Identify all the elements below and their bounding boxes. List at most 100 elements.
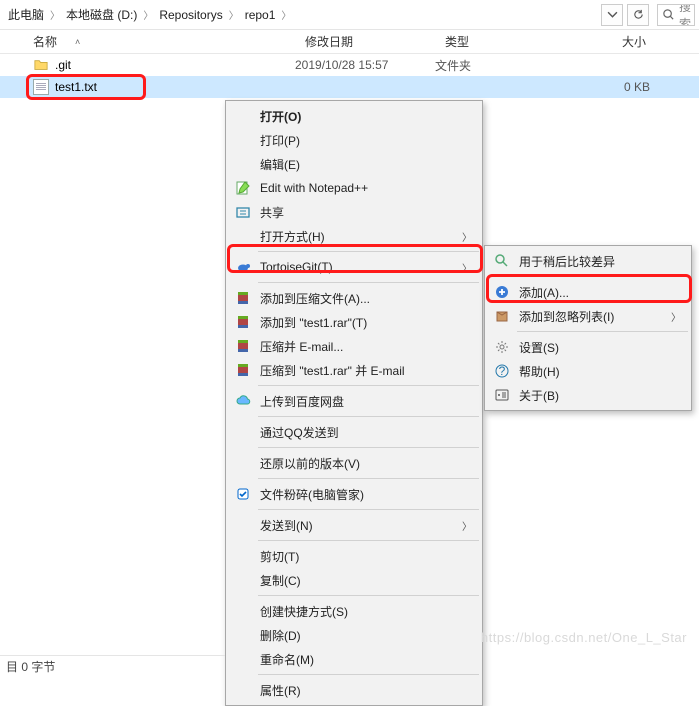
menu-item-label: 发送到(N) [260, 517, 313, 534]
menu-item[interactable]: 压缩到 "test1.rar" 并 E-mail [228, 358, 480, 382]
menu-item-label: 打印(P) [260, 132, 300, 149]
menu-item[interactable]: 设置(S) [487, 335, 689, 359]
menu-item[interactable]: ? 帮助(H) [487, 359, 689, 383]
cloud-icon [234, 392, 252, 410]
menu-item[interactable]: 删除(D) [228, 623, 480, 647]
menu-item-label: 创建快捷方式(S) [260, 603, 348, 620]
menu-item[interactable]: 重命名(M) [228, 647, 480, 671]
crumb[interactable]: Repositorys [155, 8, 226, 22]
menu-item-label: 共享 [260, 204, 284, 221]
menu-separator [258, 478, 479, 479]
dropdown-button[interactable] [601, 4, 623, 26]
rar-icon [234, 289, 252, 307]
table-row[interactable]: .git 2019/10/28 15:57 文件夹 [0, 54, 699, 76]
context-menu: 打开(O) 打印(P) 编辑(E) Edit with Notepad++ 共享打开方式… [225, 100, 483, 706]
rar-icon [234, 361, 252, 379]
ignore-icon [493, 307, 511, 325]
rar-icon [234, 337, 252, 355]
file-size: 0 KB [575, 80, 660, 94]
folder-icon [33, 57, 49, 73]
menu-item[interactable]: 属性(R) [228, 678, 480, 702]
menu-item[interactable]: TortoiseGit(T) 〉 [228, 255, 480, 279]
about-icon [493, 386, 511, 404]
file-name: test1.txt [55, 80, 97, 94]
menu-separator [517, 331, 688, 332]
menu-separator [258, 509, 479, 510]
menu-item[interactable]: 打印(P) [228, 128, 480, 152]
menu-item[interactable]: Edit with Notepad++ [228, 176, 480, 200]
text-file-icon [33, 79, 49, 95]
menu-item[interactable]: 添加到忽略列表(I) 〉 [487, 304, 689, 328]
chevron-right-icon: 〉 [227, 7, 241, 22]
menu-item[interactable]: 创建快捷方式(S) [228, 599, 480, 623]
menu-item[interactable]: 还原以前的版本(V) [228, 451, 480, 475]
menu-item[interactable]: 用于稍后比较差异 [487, 249, 689, 273]
file-list: 名称˄ 修改日期 类型 大小 .git 2019/10/28 15:57 文件夹… [0, 30, 699, 98]
search-input[interactable]: 搜索 [657, 4, 695, 26]
menu-separator [258, 282, 479, 283]
col-date[interactable]: 修改日期 [295, 33, 435, 50]
chevron-right-icon: 〉 [279, 7, 293, 22]
menu-item[interactable]: 压缩并 E-mail... [228, 334, 480, 358]
menu-item-label: 压缩并 E-mail... [260, 338, 343, 355]
col-size[interactable]: 大小 [570, 33, 660, 50]
menu-item-label: 添加(A)... [519, 284, 569, 301]
submenu: 用于稍后比较差异添加(A)... 添加到忽略列表(I) 〉设置(S)? 帮助(H) 关于… [484, 245, 692, 411]
menu-separator [258, 674, 479, 675]
menu-item[interactable]: 添加到 "test1.rar"(T) [228, 310, 480, 334]
menu-item[interactable]: 文件粉碎(电脑管家) [228, 482, 480, 506]
file-type: 文件夹 [435, 57, 575, 74]
menu-item-label: 添加到忽略列表(I) [519, 308, 614, 325]
menu-item[interactable]: 添加到压缩文件(A)... [228, 286, 480, 310]
menu-item[interactable]: 发送到(N)〉 [228, 513, 480, 537]
menu-separator [258, 251, 479, 252]
add-icon [493, 283, 511, 301]
chevron-right-icon: 〉 [48, 7, 62, 22]
menu-item-label: 添加到 "test1.rar"(T) [260, 314, 367, 331]
col-name[interactable]: 名称˄ [0, 33, 295, 50]
menu-item[interactable]: 打开方式(H) 〉 [228, 224, 480, 248]
refresh-button[interactable] [627, 4, 649, 26]
search-icon [662, 8, 675, 21]
menu-item-label: 还原以前的版本(V) [260, 455, 360, 472]
menu-item-label: 打开方式(H) [260, 228, 325, 245]
menu-item-label: 属性(R) [260, 682, 301, 699]
menu-item[interactable]: 复制(C) [228, 568, 480, 592]
rar-icon [234, 313, 252, 331]
chevron-right-icon: 〉 [462, 260, 472, 275]
menu-item-label: 添加到压缩文件(A)... [260, 290, 370, 307]
col-type[interactable]: 类型 [435, 33, 570, 50]
shred-icon [234, 485, 252, 503]
table-row[interactable]: test1.txt 0 KB [0, 76, 699, 98]
column-headers[interactable]: 名称˄ 修改日期 类型 大小 [0, 30, 699, 54]
crumb[interactable]: 本地磁盘 (D:) [62, 6, 141, 23]
menu-item-label: 编辑(E) [260, 156, 300, 173]
crumb[interactable]: repo1 [241, 8, 280, 22]
menu-item[interactable]: 共享 [228, 200, 480, 224]
help-icon: ? [493, 362, 511, 380]
status-bar: 目 0 字节 [0, 655, 225, 677]
menu-item[interactable]: 编辑(E) [228, 152, 480, 176]
menu-item[interactable]: 通过QQ发送到 [228, 420, 480, 444]
diff-icon [493, 252, 511, 270]
sort-asc-icon: ˄ [75, 37, 80, 47]
menu-item-label: 文件粉碎(电脑管家) [260, 486, 364, 503]
menu-item[interactable]: 添加(A)... [487, 280, 689, 304]
menu-separator [517, 276, 688, 277]
menu-item[interactable]: 剪切(T) [228, 544, 480, 568]
breadcrumb[interactable]: 此电脑〉 本地磁盘 (D:)〉 Repositorys〉 repo1〉 [4, 4, 601, 26]
settings-icon [493, 338, 511, 356]
menu-item-label: 剪切(T) [260, 548, 299, 565]
chevron-right-icon: 〉 [462, 229, 472, 244]
menu-item-label: 帮助(H) [519, 363, 560, 380]
menu-item-label: 用于稍后比较差异 [519, 253, 615, 270]
menu-item[interactable]: 上传到百度网盘 [228, 389, 480, 413]
menu-item-label: 设置(S) [519, 339, 559, 356]
file-name: .git [55, 58, 71, 72]
menu-item-label: TortoiseGit(T) [260, 260, 333, 274]
chevron-right-icon: 〉 [671, 309, 681, 324]
menu-item[interactable]: 打开(O) [228, 104, 480, 128]
crumb[interactable]: 此电脑 [4, 6, 48, 23]
menu-item[interactable]: 关于(B) [487, 383, 689, 407]
file-date: 2019/10/28 15:57 [295, 58, 435, 72]
